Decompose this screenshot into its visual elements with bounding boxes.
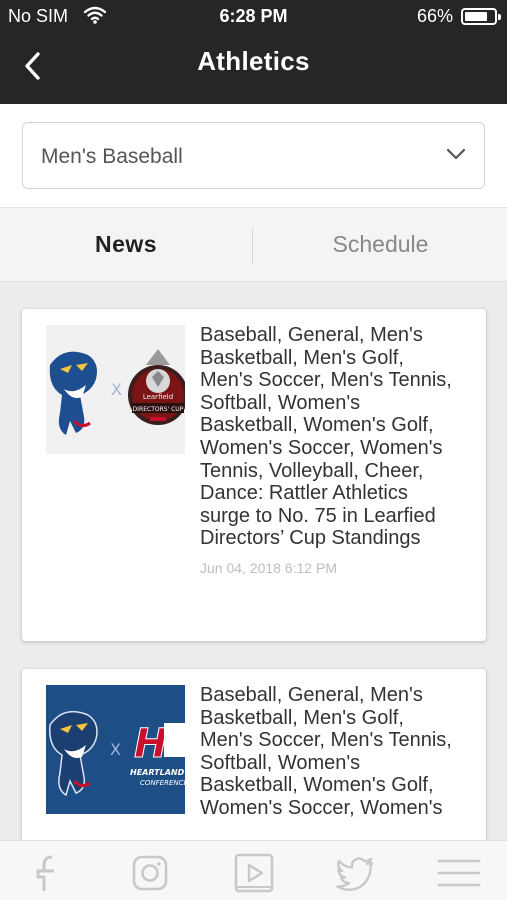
video-icon[interactable] <box>232 851 276 895</box>
svg-text:X: X <box>111 380 122 399</box>
svg-text:CONFERENCE: CONFERENCE <box>140 779 185 787</box>
sport-dropdown-value: Men's Baseball <box>41 145 183 168</box>
sport-dropdown[interactable]: Men's Baseball <box>22 122 485 189</box>
news-thumbnail: X H HEARTLAND CONFERENCE <box>46 685 185 814</box>
news-thumbnail: X Learfield DIRECTORS' CUP <box>46 325 185 454</box>
svg-text:H: H <box>134 721 167 767</box>
battery-percent: 66% <box>416 6 453 26</box>
svg-text:HEARTLAND: HEARTLAND <box>130 768 185 777</box>
page-title: Athletics <box>197 46 310 76</box>
status-bar: No SIM 6:28 PM 66% <box>0 0 507 34</box>
sport-select-area: Men's Baseball <box>0 104 507 208</box>
tab-divider <box>252 228 253 264</box>
tab-schedule[interactable]: Schedule <box>254 208 507 281</box>
svg-text:Learfield: Learfield <box>143 393 173 401</box>
app-header: No SIM 6:28 PM 66% Athletics <box>0 0 507 104</box>
tab-news[interactable]: News <box>0 208 252 281</box>
news-title: Baseball, General, Men's Basketball, Men… <box>200 684 452 819</box>
svg-text:DIRECTORS' CUP: DIRECTORS' CUP <box>133 406 184 413</box>
instagram-icon[interactable] <box>128 851 172 895</box>
news-text: Baseball, General, Men's Basketball, Men… <box>200 324 460 580</box>
news-card[interactable]: X H HEARTLAND CONFERENCE Baseball, Gener… <box>22 669 486 869</box>
news-text: Baseball, General, Men's Basketball, Men… <box>200 684 460 820</box>
facebook-icon[interactable] <box>26 851 70 895</box>
chevron-down-icon <box>446 148 466 160</box>
news-date: Jun 04, 2018 6:12 PM <box>200 559 337 576</box>
svg-text:X: X <box>110 740 121 759</box>
bottom-social-bar <box>0 840 507 900</box>
news-title: Baseball, General, Men's Basketball, Men… <box>200 324 452 550</box>
tab-bar: News Schedule <box>0 207 507 282</box>
twitter-icon[interactable] <box>334 851 378 895</box>
menu-icon[interactable] <box>437 851 481 895</box>
news-card[interactable]: X Learfield DIRECTORS' CUP Baseball, Gen… <box>22 309 486 641</box>
battery-icon <box>461 8 501 25</box>
